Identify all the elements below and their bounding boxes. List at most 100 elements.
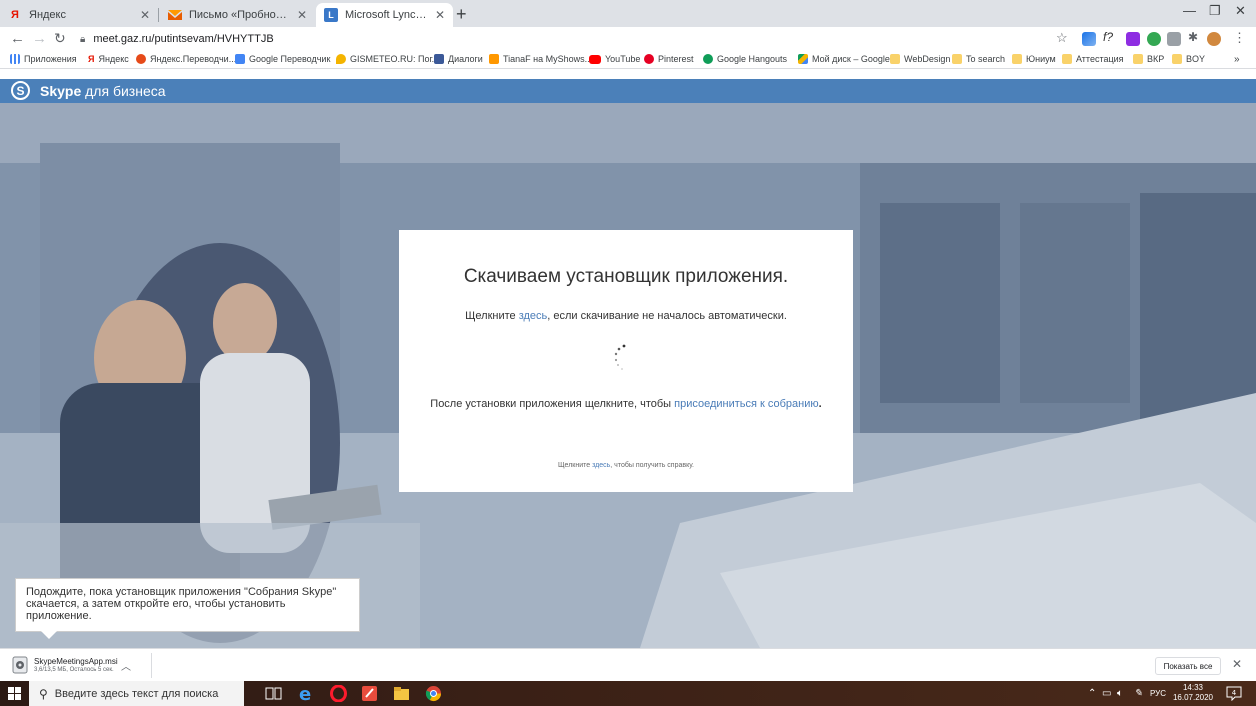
- loading-spinner-icon: [614, 344, 626, 370]
- tab-lync-web-app[interactable]: L Microsoft Lync Web App ✕: [316, 3, 453, 27]
- yandex-icon: Я: [11, 9, 19, 21]
- bookmark-youtube[interactable]: YouTube: [589, 54, 640, 64]
- translate-icon: [136, 54, 146, 64]
- folder-icon: [1133, 54, 1143, 64]
- google-translate-icon: [235, 54, 245, 64]
- taskbar-search-input[interactable]: ⚲ Введите здесь текст для поиска: [29, 681, 244, 706]
- bookmark-google-drive[interactable]: Мой диск – Google...: [798, 54, 897, 64]
- folder-icon: [1172, 54, 1182, 64]
- extension-shield-icon[interactable]: [1147, 32, 1161, 46]
- bookmark-folder-vkr[interactable]: ВКР: [1133, 54, 1164, 64]
- skype-logo-icon: S: [11, 81, 30, 100]
- downloads-shelf: SkypeMeetingsApp.msi 3,6/13,5 МБ, Остало…: [0, 648, 1256, 681]
- download-item[interactable]: SkypeMeetingsApp.msi 3,6/13,5 МБ, Остало…: [8, 653, 152, 678]
- bookmark-pinterest[interactable]: Pinterest: [644, 54, 694, 64]
- bookmark-yandex[interactable]: Я Яндекс: [88, 54, 129, 64]
- manual-download-link[interactable]: здесь: [519, 310, 548, 322]
- pinterest-icon: [644, 54, 654, 64]
- skype-brand: Skype для бизнеса: [40, 83, 166, 99]
- apps-grid-icon: [10, 54, 20, 64]
- tv-icon: [489, 54, 499, 64]
- show-all-button[interactable]: Показать все: [1155, 657, 1221, 675]
- chevron-up-icon[interactable]: ︿: [121, 658, 131, 673]
- page-top-spacer: [0, 69, 1256, 79]
- tab-title: Яндекс: [29, 9, 66, 21]
- paint-app-icon[interactable]: [361, 685, 378, 702]
- file-explorer-icon[interactable]: [393, 685, 410, 702]
- hangouts-icon: [703, 54, 713, 64]
- join-meeting-link[interactable]: присоединиться к собранию: [674, 398, 819, 410]
- bookmarks-overflow[interactable]: »: [1234, 54, 1240, 65]
- profile-avatar[interactable]: [1207, 32, 1221, 46]
- windows-taskbar: ⚲ Введите здесь текст для поиска e ⌃ ▭ 🔈…: [0, 681, 1256, 706]
- windows-start-icon[interactable]: [8, 687, 21, 700]
- extension-formula-icon[interactable]: f?: [1103, 30, 1113, 44]
- svg-text:e: e: [299, 685, 311, 702]
- bookmark-folder-attestation[interactable]: Аттестация: [1062, 54, 1124, 64]
- bookmark-folder-webdesign[interactable]: WebDesign: [890, 54, 950, 64]
- tooltip-arrow: [41, 631, 57, 639]
- pen-tray-icon[interactable]: ✎: [1134, 688, 1142, 699]
- network-icon[interactable]: ▭: [1102, 688, 1111, 699]
- close-shelf-icon[interactable]: ✕: [1232, 657, 1242, 671]
- skype-header: S Skype для бизнеса: [0, 79, 1256, 103]
- installer-tooltip: Подождите, пока установщик приложения "С…: [15, 578, 360, 632]
- bookmark-folder-yunium[interactable]: Юниум: [1012, 54, 1056, 64]
- bookmark-hangouts[interactable]: Google Hangouts: [703, 54, 787, 64]
- download-hint: Щелкните здесь, если скачивание не начал…: [465, 310, 787, 322]
- notification-center-icon[interactable]: 4: [1226, 686, 1242, 701]
- notification-count: 4: [1232, 689, 1237, 697]
- opera-icon[interactable]: [330, 685, 347, 702]
- tab-title: Microsoft Lync Web App: [345, 9, 429, 21]
- language-indicator[interactable]: РУС: [1150, 689, 1166, 698]
- forward-icon[interactable]: →: [32, 30, 47, 47]
- address-bar[interactable]: 🔒︎ meet.gaz.ru/putintsevam/HVHYTTJB: [80, 29, 1080, 49]
- vk-icon: [434, 54, 444, 64]
- bookmark-apps[interactable]: Приложения: [10, 54, 77, 64]
- menu-kebab-icon[interactable]: ⋮: [1233, 30, 1246, 46]
- minimize-icon[interactable]: —: [1183, 3, 1196, 18]
- chevron-up-tray-icon[interactable]: ⌃: [1088, 688, 1096, 699]
- help-link[interactable]: здесь: [592, 462, 610, 469]
- bookmark-folder-to-search[interactable]: To search: [952, 54, 1005, 64]
- bookmark-gismeteo[interactable]: GISMETEO.RU: Пог...: [336, 54, 439, 64]
- google-drive-icon: [798, 54, 808, 64]
- extensions-puzzle-icon[interactable]: ✱: [1188, 30, 1198, 44]
- lync-icon: L: [324, 8, 338, 22]
- weather-icon: [336, 54, 346, 64]
- extension-pen-icon[interactable]: [1082, 32, 1096, 46]
- folder-icon: [890, 54, 900, 64]
- back-icon[interactable]: ←: [10, 30, 25, 47]
- edge-browser-icon[interactable]: e: [298, 685, 315, 702]
- folder-icon: [1012, 54, 1022, 64]
- bookmarks-bar: Приложения Я Яндекс Яндекс.Переводчи... G…: [0, 52, 1256, 69]
- bookmark-yandex-translate[interactable]: Яндекс.Переводчи...: [136, 54, 236, 64]
- task-view-icon[interactable]: [265, 685, 282, 702]
- bookmark-google-translate[interactable]: Google Переводчик: [235, 54, 330, 64]
- close-icon[interactable]: ✕: [297, 8, 307, 22]
- bookmark-myshows[interactable]: TianaF на MyShows...: [489, 54, 592, 64]
- tab-yandex[interactable]: Я Яндекс ✕: [0, 3, 158, 27]
- youtube-icon: [589, 54, 601, 64]
- reload-icon[interactable]: ↻: [54, 30, 66, 47]
- system-clock[interactable]: 14:33 16.07.2020: [1170, 683, 1216, 703]
- close-icon[interactable]: ✕: [435, 8, 445, 22]
- search-icon: ⚲: [39, 686, 48, 701]
- navigation-bar: ← → ↻ 🔒︎ meet.gaz.ru/putintsevam/HVHYTTJ…: [0, 27, 1256, 52]
- extension-purple-icon[interactable]: [1126, 32, 1140, 46]
- browser-tab-strip: Я Яндекс ✕ Письмо «Пробное собрание» — ✕…: [0, 0, 1256, 27]
- bookmark-folder-boy[interactable]: BOY: [1172, 54, 1205, 64]
- chrome-icon[interactable]: [425, 685, 442, 702]
- extension-grey-icon[interactable]: [1167, 32, 1181, 46]
- volume-icon[interactable]: 🔈︎: [1117, 688, 1123, 699]
- restore-icon[interactable]: ❐: [1209, 3, 1221, 19]
- bookmark-dialogs[interactable]: Диалоги: [434, 54, 483, 64]
- tab-mail[interactable]: Письмо «Пробное собрание» — ✕: [160, 3, 315, 27]
- close-icon[interactable]: ✕: [140, 8, 150, 22]
- search-placeholder: Введите здесь текст для поиска: [54, 687, 219, 700]
- tab-divider: [158, 8, 159, 22]
- new-tab-button[interactable]: +: [456, 4, 467, 25]
- bookmark-star-icon[interactable]: ☆: [1056, 30, 1068, 46]
- folder-icon: [1062, 54, 1072, 64]
- close-window-icon[interactable]: ✕: [1235, 3, 1246, 19]
